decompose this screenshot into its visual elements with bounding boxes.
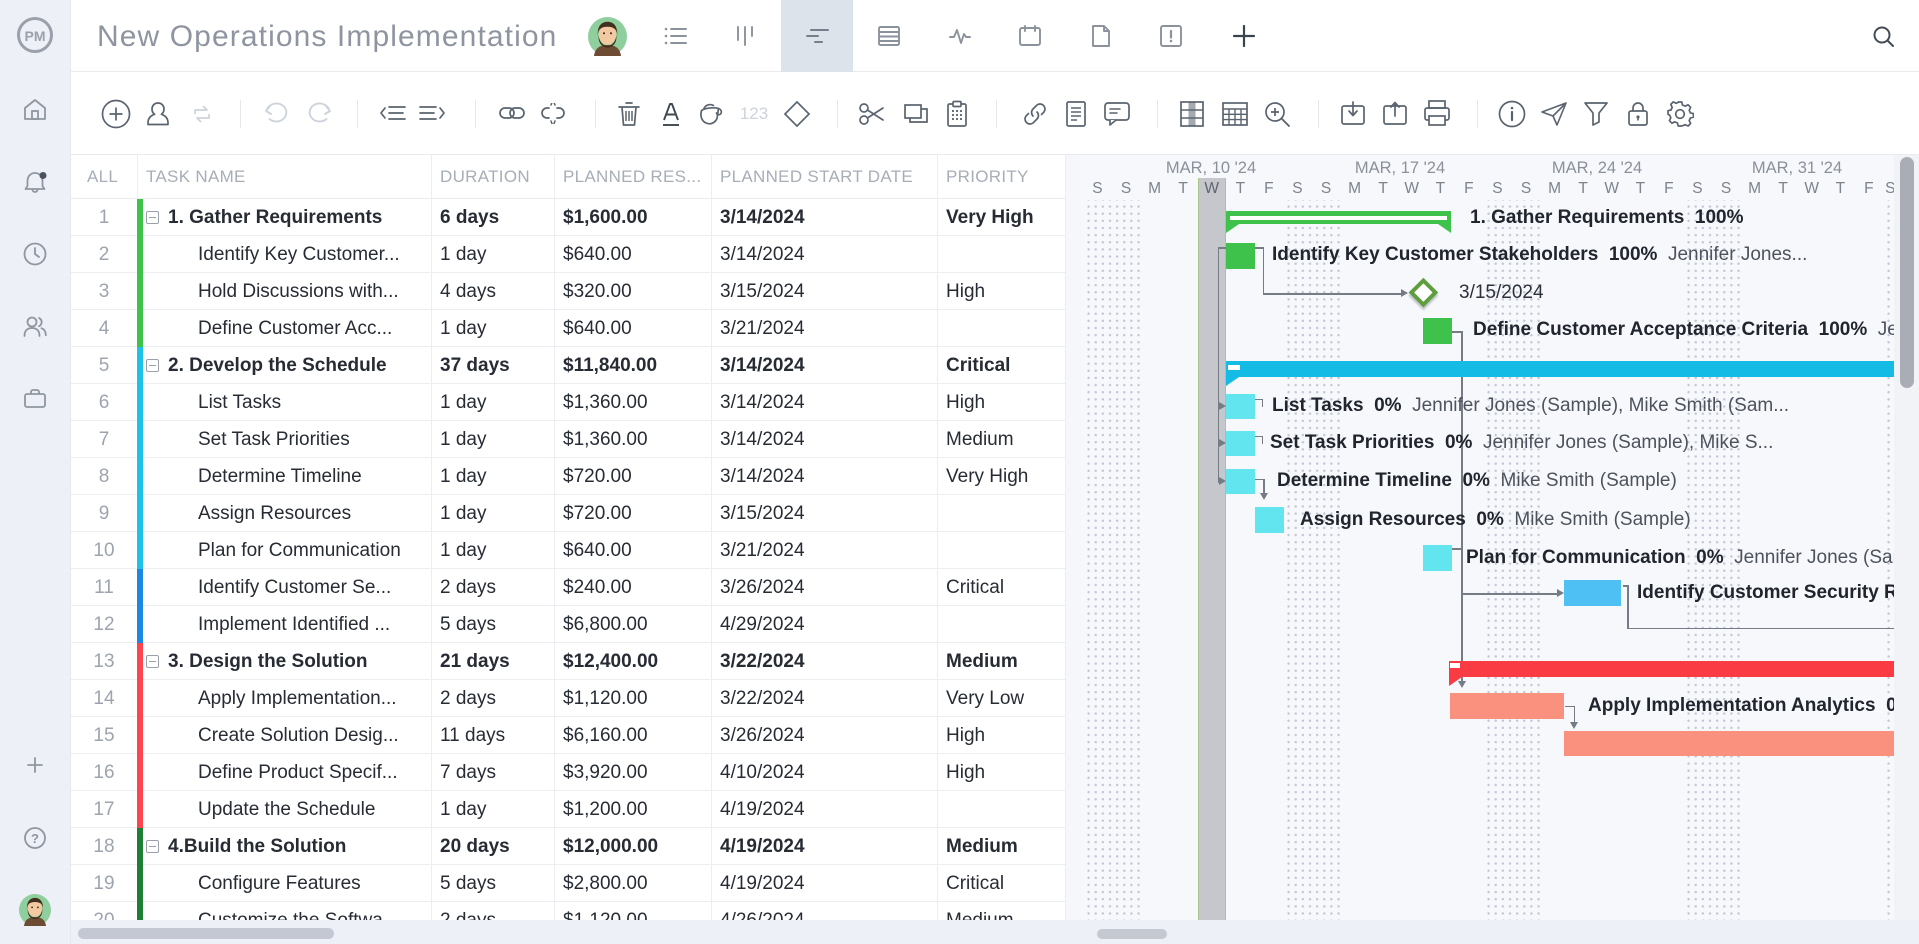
svg-text:PM: PM xyxy=(25,28,46,44)
svg-text:123: 123 xyxy=(740,104,768,123)
svg-text:?: ? xyxy=(31,831,39,846)
